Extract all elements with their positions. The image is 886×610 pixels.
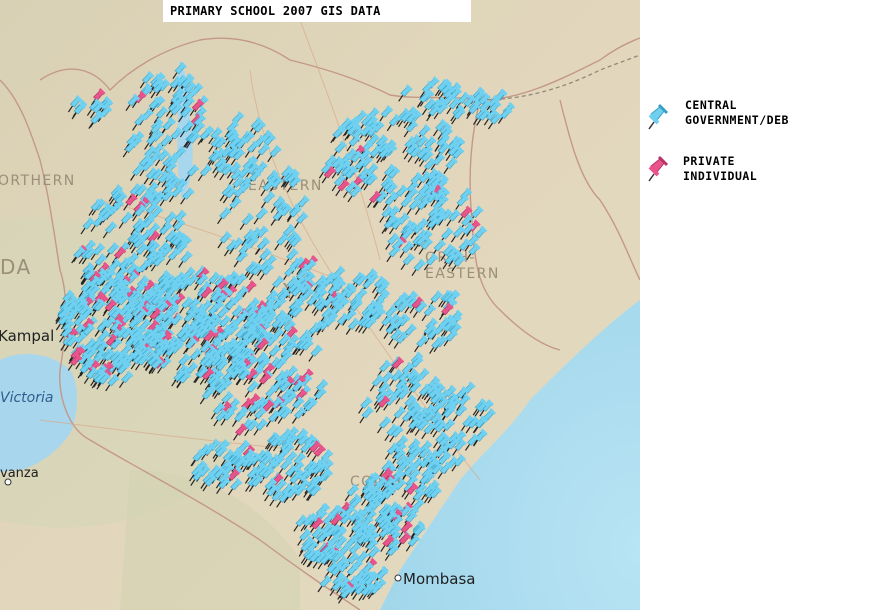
legend-label-private: PRIVATE INDIVIDUAL <box>683 154 758 183</box>
legend-label-government: CENTRAL GOVERNMENT/DEB <box>685 98 789 127</box>
label-mwanza: vanza <box>0 466 39 481</box>
mombasa-dot <box>394 574 402 582</box>
map-canvas: ORTHERN EASTERN ORTH-EASTERN COAST DA Y … <box>0 0 640 610</box>
label-northern: ORTHERN <box>0 173 76 189</box>
blue-pushpin-icon <box>648 103 669 130</box>
map-title: PRIMARY SCHOOL 2007 GIS DATA <box>163 0 471 22</box>
legend-item-private: PRIVATE INDIVIDUAL <box>645 150 881 202</box>
pink-pushpin-icon <box>648 155 669 182</box>
mwanza-dot <box>4 478 12 486</box>
label-mombasa: Mombasa <box>403 570 475 588</box>
label-kampala: Kampal <box>0 327 54 345</box>
map[interactable]: ORTHERN EASTERN ORTH-EASTERN COAST DA Y … <box>0 0 640 610</box>
label-uganda: DA <box>0 255 32 279</box>
legend-item-government: CENTRAL GOVERNMENT/DEB <box>645 98 881 150</box>
legend: CENTRAL GOVERNMENT/DEB PRIVATE INDIVIDUA… <box>645 98 881 202</box>
label-victoria: Victoria <box>0 390 53 406</box>
